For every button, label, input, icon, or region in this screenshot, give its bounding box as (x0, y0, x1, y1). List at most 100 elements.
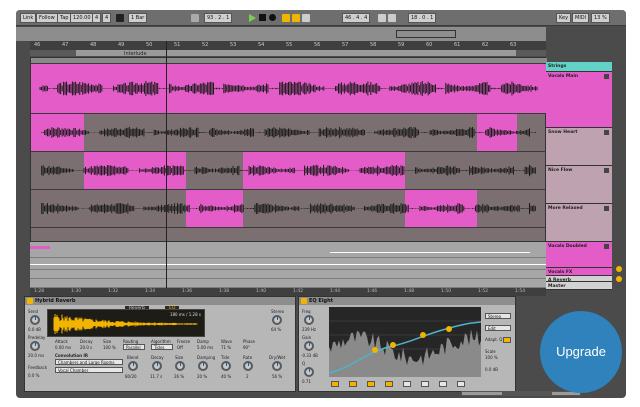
link-button[interactable]: Link (20, 13, 37, 23)
arrangement-overview[interactable] (16, 27, 546, 41)
signature-numerator[interactable]: 4 (92, 13, 102, 23)
play-icon[interactable] (249, 14, 256, 22)
solo-indicator[interactable] (616, 266, 622, 272)
track-header[interactable]: Nice Flow (546, 166, 612, 204)
metronome-icon[interactable] (116, 14, 124, 22)
track-header[interactable]: Vocals Main (546, 72, 612, 128)
phase-value[interactable]: 90° (243, 345, 250, 350)
song-position[interactable]: 93 . 2 . 1 (204, 13, 233, 23)
automation-arm-icon[interactable] (292, 14, 300, 22)
track-name[interactable]: Strings (548, 64, 566, 69)
device-power-icon[interactable] (27, 298, 33, 304)
track-name[interactable]: Vocals Doubled (548, 244, 587, 249)
follow-arrow-icon[interactable] (191, 14, 199, 22)
eq-band-toggle[interactable] (403, 381, 411, 387)
track-fold-icon[interactable] (604, 244, 609, 249)
damping-value[interactable]: 20 % (197, 374, 207, 379)
loop-start-field[interactable]: 46 . 4 . 4 (342, 13, 371, 23)
eq-band-handle[interactable] (420, 332, 426, 338)
q-value[interactable]: 0.71 (302, 379, 311, 384)
eq-graph[interactable] (328, 307, 482, 377)
gain-knob[interactable] (304, 341, 314, 351)
loop-icon[interactable] (302, 14, 310, 22)
track-header[interactable]: Master (546, 282, 612, 290)
track-header[interactable]: More Relaxed (546, 204, 612, 242)
tide-knob[interactable] (221, 361, 231, 371)
device-scrollbar[interactable] (461, 391, 581, 396)
send-knob[interactable] (30, 315, 40, 325)
stereo-value[interactable]: 64 % (271, 327, 281, 332)
beat-ruler[interactable]: 46 47 48 49 50 51 52 53 54 55 56 57 58 59 60 61 62 63 (30, 41, 546, 50)
scale-value[interactable]: 100 % (485, 355, 498, 360)
blend-value[interactable]: 80/20 (125, 374, 137, 379)
eq-band-toggle[interactable] (457, 381, 465, 387)
q-knob[interactable] (304, 367, 314, 377)
scroll-thumb[interactable] (502, 392, 552, 395)
attack-value[interactable]: 0.00 ms (55, 345, 71, 350)
ir-category-select[interactable]: Chambers and Large Rooms (55, 359, 123, 365)
blend-knob[interactable] (128, 361, 138, 371)
routing-select[interactable]: Parallel (123, 344, 145, 350)
rate-knob[interactable] (243, 361, 253, 371)
record-icon[interactable] (269, 14, 276, 21)
track-name[interactable]: Master (548, 284, 566, 289)
follow-button[interactable]: Follow (36, 13, 58, 23)
predelay-value[interactable]: 20.0 ms (28, 353, 44, 358)
size2-knob[interactable] (175, 361, 185, 371)
arrangement-view[interactable] (30, 57, 547, 242)
track-name[interactable]: Snow Heart (548, 130, 578, 135)
signature-denominator[interactable]: 4 (102, 13, 112, 23)
track-header[interactable]: Snow Heart (546, 128, 612, 166)
freq-value[interactable]: 239 Hz (302, 327, 316, 332)
more-relaxed-lane[interactable] (31, 190, 547, 228)
time-ruler[interactable]: 1:28 1:30 1:32 1:34 1:36 1:38 1:40 1:42 1:44 1:46… (30, 288, 546, 296)
vocals-doubled-lane[interactable] (30, 242, 546, 258)
vocals-main-lane[interactable] (31, 64, 547, 114)
mode-select[interactable]: Stereo (485, 313, 511, 319)
upgrade-button[interactable]: Upgrade (540, 311, 622, 393)
drywet-knob[interactable] (272, 361, 282, 371)
overview-viewport[interactable] (396, 30, 456, 38)
decay-value[interactable]: 20.0 s (80, 345, 92, 350)
track-name[interactable]: Nice Flow (548, 168, 572, 173)
track-name[interactable]: Vocals Main (548, 74, 578, 79)
eq-band-toggle[interactable] (367, 381, 375, 387)
reverb-return-lane[interactable] (30, 270, 546, 279)
output-gain-value[interactable]: 0.0 dB (485, 367, 498, 372)
damp-value[interactable]: 5.00 ms (197, 345, 213, 350)
loop-length-field[interactable]: 18 . 0 . 1 (408, 13, 437, 23)
quantize-menu[interactable]: 1 Bar (128, 13, 148, 23)
gain-value[interactable]: -0.33 dB (301, 353, 318, 358)
algorithm-select[interactable]: Tides (151, 344, 173, 350)
drywet-value[interactable]: 56 % (272, 374, 282, 379)
tempo-field[interactable]: 120.00 (70, 13, 94, 23)
adapt-q-toggle[interactable] (503, 337, 511, 343)
midi-map-button[interactable]: MIDI (572, 13, 590, 23)
track-name[interactable]: Vocals FX (548, 270, 572, 275)
damping-knob[interactable] (198, 361, 208, 371)
feedback-value[interactable]: 0.0 % (28, 373, 39, 378)
device-power-icon[interactable] (301, 298, 307, 304)
solo-indicator[interactable] (616, 276, 622, 282)
eq-band-toggle[interactable] (439, 381, 447, 387)
eq-band-toggle[interactable] (331, 381, 339, 387)
track-header[interactable]: Vocals Doubled (546, 242, 612, 268)
arrangement-record-icon[interactable] (282, 14, 290, 22)
ir-name-select[interactable]: Vocal Chamber (55, 367, 123, 373)
eq-band-handle[interactable] (390, 342, 396, 348)
eq-band-handle[interactable] (446, 326, 452, 332)
draw-mode-icon[interactable] (378, 14, 386, 22)
predelay-knob[interactable] (30, 341, 40, 351)
rate-value[interactable]: 2 (246, 374, 249, 379)
nice-flow-lane[interactable] (31, 152, 547, 190)
lower-tracks[interactable] (30, 242, 546, 288)
eq-band-toggle[interactable] (385, 381, 393, 387)
track-header[interactable]: Strings (546, 62, 612, 72)
eq-band-toggle[interactable] (349, 381, 357, 387)
track-fold-icon[interactable] (604, 206, 609, 211)
track-fold-icon[interactable] (604, 74, 609, 79)
track-header[interactable]: Vocals FX (546, 268, 612, 276)
decay2-knob[interactable] (152, 361, 162, 371)
master-lane[interactable] (30, 279, 546, 288)
stop-icon[interactable] (259, 14, 266, 21)
